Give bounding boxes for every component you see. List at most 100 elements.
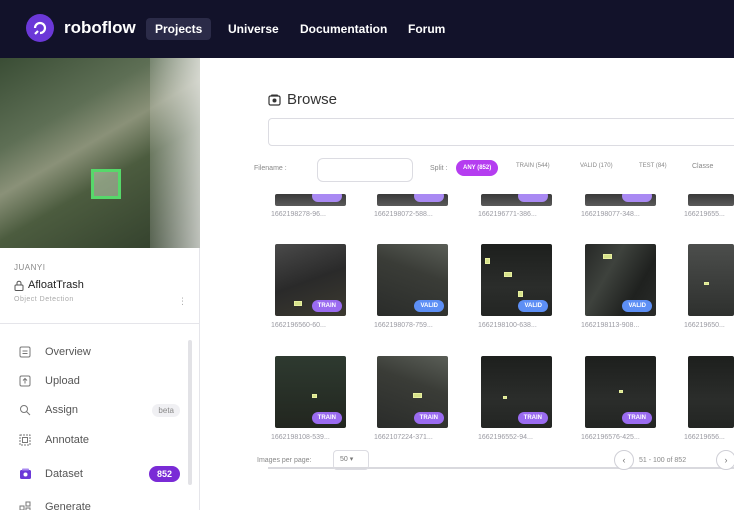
filter-bar: Filename : Split : ANY (852) TRAIN (544)… <box>254 158 734 182</box>
sidebar-item-overview[interactable]: Overview <box>18 342 186 362</box>
image-thumbnail[interactable]: VALID <box>377 244 448 316</box>
sidebar-item-label: Assign <box>45 404 79 416</box>
workspace-name: JUANYI <box>14 263 46 272</box>
image-thumbnail[interactable]: VALID <box>585 244 656 316</box>
image-filename: 1662198078-759... <box>374 322 433 329</box>
dataset-icon <box>268 94 281 106</box>
nav-documentation[interactable]: Documentation <box>291 18 396 40</box>
lock-icon <box>14 280 24 291</box>
image-filename: 1662198072-588... <box>374 211 433 218</box>
sidebar-item-annotate[interactable]: Annotate <box>18 430 186 450</box>
sidebar-item-label: Upload <box>45 375 80 387</box>
nav-forum[interactable]: Forum <box>399 18 454 40</box>
image-thumbnail[interactable] <box>481 194 552 206</box>
annotate-icon <box>18 433 32 447</box>
image-filename: 1662196771-386... <box>478 211 537 218</box>
annotation-box <box>413 393 422 398</box>
annotation-box <box>312 394 317 398</box>
project-type: Object Detection <box>14 296 74 303</box>
image-thumbnail[interactable]: TRAIN <box>377 356 448 428</box>
sidebar-item-assign[interactable]: Assign beta <box>18 400 186 420</box>
roboflow-logo[interactable]: roboflow <box>26 14 136 42</box>
images-per-page-label: Images per page: <box>257 457 312 464</box>
page-range-text: 51 - 100 of 852 <box>639 457 687 464</box>
sidebar: JUANYI AfloatTrash Object Detection ⋮ Ov… <box>0 58 200 510</box>
split-any-pill[interactable]: ANY (852) <box>456 160 499 176</box>
main-content: Browse Filename : Split : ANY (852) TRAI… <box>200 58 734 510</box>
image-filename: 1662198077-348... <box>581 211 640 218</box>
image-thumbnail[interactable] <box>688 356 734 428</box>
split-tag <box>312 194 342 202</box>
image-count-badge: 852 <box>148 466 180 482</box>
search-icon <box>18 403 32 417</box>
cover-highlight <box>150 58 200 248</box>
split-tag: TRAIN <box>311 300 342 312</box>
images-per-page-select[interactable]: 50 ▾ <box>333 450 369 470</box>
image-filename: 1662196576-425... <box>581 434 640 441</box>
image-thumbnail[interactable]: TRAIN <box>481 356 552 428</box>
image-filename: 1662198108-539... <box>271 434 330 441</box>
search-input[interactable] <box>268 118 734 146</box>
filename-label: Filename : <box>254 165 287 172</box>
sidebar-item-dataset[interactable]: Dataset 852 <box>18 464 186 484</box>
project-title[interactable]: AfloatTrash <box>14 279 84 291</box>
project-more-icon[interactable]: ⋮ <box>178 296 187 307</box>
annotation-box <box>603 254 612 259</box>
roboflow-logo-icon <box>26 14 54 42</box>
image-filename: 166219650... <box>684 322 725 329</box>
upload-icon <box>18 374 32 388</box>
image-thumbnail[interactable]: TRAIN <box>585 356 656 428</box>
image-filename: 1662196560-60... <box>271 322 326 329</box>
classes-filter[interactable]: Classe <box>692 163 713 170</box>
annotation-box <box>294 301 302 306</box>
sidebar-item-upload[interactable]: Upload <box>18 371 186 391</box>
split-tag <box>518 194 548 202</box>
image-thumbnail[interactable]: TRAIN <box>275 244 346 316</box>
split-test-pill[interactable]: TEST (84) <box>639 163 667 169</box>
page-title: Browse <box>268 91 337 108</box>
split-tag: TRAIN <box>311 412 342 424</box>
image-thumbnail[interactable] <box>688 194 734 206</box>
filename-input[interactable] <box>317 158 413 182</box>
brand-name: roboflow <box>64 18 136 37</box>
next-page-button[interactable]: › <box>716 450 734 470</box>
sidebar-item-generate[interactable]: Generate <box>18 497 186 510</box>
nav-projects[interactable]: Projects <box>146 18 212 40</box>
image-filename: 1662198278-96... <box>271 211 326 218</box>
project-name: AfloatTrash <box>28 279 84 291</box>
generate-icon <box>18 500 32 510</box>
image-thumbnail[interactable] <box>688 244 734 316</box>
image-filename: 1662107224-371... <box>374 434 433 441</box>
split-tag: TRAIN <box>621 412 652 424</box>
split-tag: TRAIN <box>413 412 444 424</box>
sidebar-item-label: Overview <box>45 346 91 358</box>
annotation-box <box>619 390 623 393</box>
split-label: Split : <box>430 165 448 172</box>
image-filename: 166219655... <box>684 211 725 218</box>
image-filename: 1662196552-94... <box>478 434 533 441</box>
split-valid-pill[interactable]: VALID (170) <box>580 163 613 169</box>
annotation-box <box>91 169 121 199</box>
image-thumbnail[interactable] <box>585 194 656 206</box>
split-train-pill[interactable]: TRAIN (544) <box>516 163 550 169</box>
image-thumbnail[interactable]: VALID <box>481 244 552 316</box>
beta-badge: beta <box>152 403 180 417</box>
split-tag <box>414 194 444 202</box>
image-thumbnail[interactable] <box>275 194 346 206</box>
project-cover-image <box>0 58 200 248</box>
split-tag <box>622 194 652 202</box>
nav-universe[interactable]: Universe <box>219 18 288 40</box>
previous-page-button[interactable]: ‹ <box>614 450 634 470</box>
split-tag: VALID <box>518 300 548 312</box>
image-thumbnail[interactable]: TRAIN <box>275 356 346 428</box>
sidebar-divider <box>0 323 200 324</box>
overview-icon <box>18 345 32 359</box>
sidebar-item-label: Generate <box>45 501 91 510</box>
image-thumbnail[interactable] <box>377 194 448 206</box>
annotation-box <box>504 272 512 277</box>
top-navigation-bar: roboflow Projects Universe Documentation… <box>0 0 734 58</box>
annotation-box <box>503 396 507 399</box>
sidebar-item-label: Annotate <box>45 434 90 446</box>
sidebar-scrollbar[interactable] <box>188 340 192 485</box>
sidebar-item-label: Dataset <box>45 468 83 480</box>
